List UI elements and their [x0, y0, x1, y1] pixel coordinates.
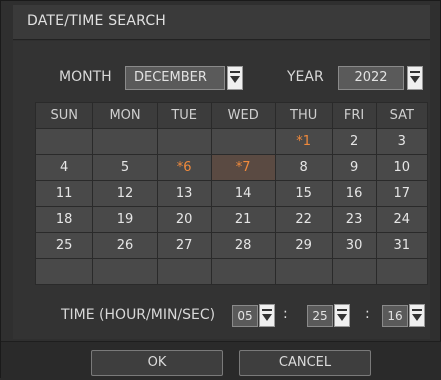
calendar-empty-cell	[210, 258, 276, 285]
minute-select[interactable]: 25	[307, 305, 333, 327]
calendar-empty-cell	[156, 258, 212, 285]
date-time-search-dialog: DATE/TIME SEARCH MONTH DECEMBER YEAR 202…	[0, 0, 441, 380]
calendar-empty-cell	[156, 128, 212, 155]
calendar-empty-cell	[375, 258, 429, 285]
calendar-day-cell[interactable]: 3	[375, 128, 429, 155]
calendar-week-row: 11 12 13 14 15 16 17	[34, 180, 429, 207]
minute-dropdown-button[interactable]	[334, 304, 350, 327]
weekday-header-sun: SUN	[34, 102, 94, 129]
calendar-day-cell[interactable]: 24	[375, 206, 429, 233]
calendar-day-cell[interactable]: 22	[274, 206, 333, 233]
calendar-day-cell[interactable]: 10	[375, 154, 429, 181]
year-label: YEAR	[287, 69, 324, 85]
calendar-empty-cell	[92, 128, 158, 155]
calendar-week-row: 25 26 27 28 29 30 31	[34, 232, 429, 259]
hour-select[interactable]: 05	[232, 305, 258, 327]
calendar-day-cell[interactable]: 12	[92, 180, 158, 207]
calendar-day-cell[interactable]: 17	[375, 180, 429, 207]
time-label: TIME (HOUR/MIN/SEC)	[61, 307, 216, 323]
calendar-day-cell[interactable]: 25	[34, 232, 94, 259]
cancel-button[interactable]: CANCEL	[239, 350, 371, 376]
calendar-day-cell[interactable]: 2	[331, 128, 377, 155]
weekday-header-wed: WED	[210, 102, 276, 129]
weekday-header-fri: FRI	[331, 102, 377, 129]
calendar-day-cell[interactable]: 30	[331, 232, 377, 259]
calendar-day-cell[interactable]: *7	[210, 154, 276, 181]
calendar-day-cell[interactable]: 29	[274, 232, 333, 259]
month-select[interactable]: DECEMBER	[125, 66, 225, 90]
chevron-down-icon	[337, 309, 347, 321]
calendar-week-row: 18 19 20 21 22 23 24	[34, 206, 429, 233]
calendar-day-cell[interactable]: 9	[331, 154, 377, 181]
ok-button[interactable]: OK	[91, 350, 223, 376]
weekday-header-sat: SAT	[375, 102, 429, 129]
weekday-header-mon: MON	[92, 102, 158, 129]
year-select[interactable]: 2022	[338, 66, 404, 90]
calendar-week-row: *1 2 3	[34, 128, 429, 155]
calendar-empty-cell	[92, 258, 158, 285]
dialog-title: DATE/TIME SEARCH	[27, 13, 167, 29]
month-dropdown-button[interactable]	[227, 66, 243, 90]
calendar-empty-cell	[210, 128, 276, 155]
chevron-down-icon	[410, 71, 420, 83]
time-separator: :	[283, 306, 288, 322]
calendar-day-cell[interactable]: 21	[210, 206, 276, 233]
dialog-footer: OK CANCEL	[1, 341, 441, 380]
calendar-day-cell[interactable]: 4	[34, 154, 94, 181]
calendar-day-cell[interactable]: *6	[156, 154, 212, 181]
calendar-day-cell[interactable]: 28	[210, 232, 276, 259]
calendar-grid: SUN MON TUE WED THU FRI SAT *1 2 3 4 5 *6 *7 8 9 10 11 12…	[34, 102, 429, 285]
calendar-day-cell[interactable]: 26	[92, 232, 158, 259]
calendar-week-row	[34, 258, 429, 285]
calendar-day-cell[interactable]: 8	[274, 154, 333, 181]
calendar-day-cell[interactable]: 14	[210, 180, 276, 207]
weekday-header-thu: THU	[274, 102, 333, 129]
calendar-day-cell[interactable]: 19	[92, 206, 158, 233]
chevron-down-icon	[412, 309, 422, 321]
calendar-day-cell[interactable]: *1	[274, 128, 333, 155]
title-bar: DATE/TIME SEARCH	[13, 5, 430, 40]
calendar-day-cell[interactable]: 23	[331, 206, 377, 233]
weekday-header-row: SUN MON TUE WED THU FRI SAT	[34, 102, 429, 129]
calendar-day-cell[interactable]: 20	[156, 206, 212, 233]
calendar-empty-cell	[34, 128, 94, 155]
calendar-week-row: 4 5 *6 *7 8 9 10	[34, 154, 429, 181]
hour-dropdown-button[interactable]	[259, 304, 275, 327]
second-dropdown-button[interactable]	[409, 304, 425, 327]
calendar-empty-cell	[34, 258, 94, 285]
calendar-day-cell[interactable]: 18	[34, 206, 94, 233]
calendar-day-cell[interactable]: 31	[375, 232, 429, 259]
calendar-empty-cell	[274, 258, 333, 285]
calendar-empty-cell	[331, 258, 377, 285]
calendar-day-cell[interactable]: 15	[274, 180, 333, 207]
calendar-day-cell[interactable]: 16	[331, 180, 377, 207]
second-select[interactable]: 16	[382, 305, 408, 327]
calendar-day-cell[interactable]: 13	[156, 180, 212, 207]
calendar-day-cell[interactable]: 27	[156, 232, 212, 259]
year-dropdown-button[interactable]	[407, 66, 423, 90]
chevron-down-icon	[262, 309, 272, 321]
month-label: MONTH	[59, 69, 112, 85]
calendar-day-cell[interactable]: 11	[34, 180, 94, 207]
calendar-day-cell[interactable]: 5	[92, 154, 158, 181]
time-separator: :	[365, 306, 370, 322]
weekday-header-tue: TUE	[156, 102, 212, 129]
chevron-down-icon	[230, 71, 240, 83]
